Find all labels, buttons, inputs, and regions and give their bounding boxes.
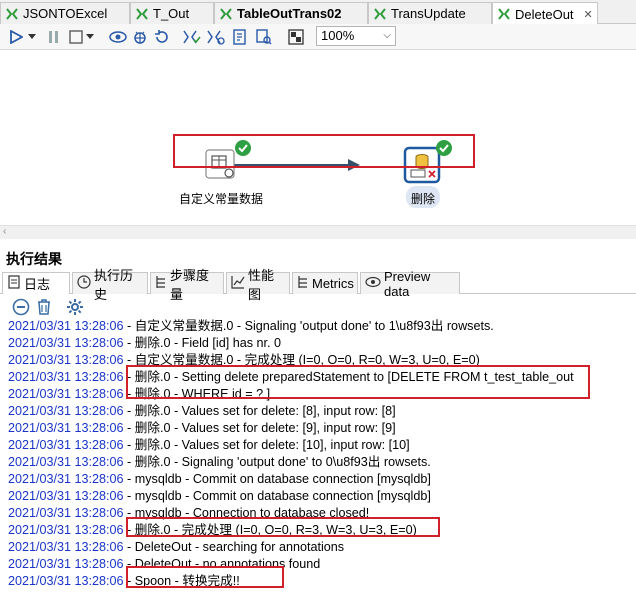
tab-performance[interactable]: 性能图 xyxy=(226,268,290,302)
log-line: 2021/03/31 13:28:06 - Spoon - 转换完成!! xyxy=(8,574,240,588)
transformation-icon xyxy=(497,7,511,21)
tab-label: Preview data xyxy=(384,268,431,299)
log-line: 2021/03/31 13:28:06 - 删除.0 - Field [id] … xyxy=(8,336,282,350)
transformation-canvas[interactable]: 自定义常量数据 删除 xyxy=(0,50,636,225)
explore-db-icon[interactable] xyxy=(254,27,274,47)
tab-label: Metrics xyxy=(312,276,354,291)
tab-tableouttrans02[interactable]: TableOutTrans02 xyxy=(214,2,368,24)
tab-jsontoexcel[interactable]: JSONTOExcel xyxy=(0,2,130,24)
tab-label: DeleteOut xyxy=(515,6,574,22)
impact-icon[interactable] xyxy=(206,27,226,47)
chart-icon xyxy=(231,275,245,292)
log-line: 2021/03/31 13:28:06 - 删除.0 - Values set … xyxy=(8,421,396,435)
gear-icon[interactable] xyxy=(66,298,84,319)
run-icon[interactable] xyxy=(6,27,26,47)
source-node-label[interactable]: 自定义常量数据 xyxy=(179,190,263,207)
close-icon[interactable]: ✕ xyxy=(584,8,593,21)
tab-label: 日志 xyxy=(24,277,51,292)
highlight-box xyxy=(126,365,590,399)
log-output[interactable]: 2021/03/31 13:28:06 - 自定义常量数据.0 - Signal… xyxy=(0,318,636,602)
log-line: 2021/03/31 13:28:06 - 删除.0 - Signaling '… xyxy=(8,455,431,469)
log-line: 2021/03/31 13:28:06 - DeleteOut - no ann… xyxy=(8,557,321,571)
zoom-select[interactable]: 100% ⌵ xyxy=(316,26,396,46)
log-line: 2021/03/31 13:28:06 - 自定义常量数据.0 - Signal… xyxy=(8,319,494,333)
trash-icon[interactable] xyxy=(36,298,52,319)
tab-deleteout[interactable]: DeleteOut ✕ xyxy=(492,2,598,25)
replay-icon[interactable] xyxy=(152,27,172,47)
delete-node-label[interactable]: 删除 xyxy=(411,190,435,207)
table-icon xyxy=(155,275,167,292)
chevron-down-icon: ⌵ xyxy=(383,30,391,41)
chevron-down-icon[interactable] xyxy=(84,27,96,47)
zoom-value: 100% xyxy=(321,28,355,43)
debug-icon[interactable] xyxy=(130,27,150,47)
tab-label: TransUpdate xyxy=(391,6,466,21)
results-title: 执行结果 xyxy=(6,251,62,267)
sql-icon[interactable] xyxy=(230,27,250,47)
grid-icon[interactable] xyxy=(286,27,306,47)
log-toolbar xyxy=(0,296,636,318)
metrics-icon xyxy=(297,275,309,292)
log-line: 2021/03/31 13:28:06 - DeleteOut - search… xyxy=(8,540,345,554)
tab-label: JSONTOExcel xyxy=(23,6,108,21)
tab-step-metrics[interactable]: 步骤度量 xyxy=(150,268,224,302)
eye-icon xyxy=(365,276,381,291)
pause-icon[interactable] xyxy=(44,27,64,47)
transformation-icon xyxy=(135,7,149,21)
preview-icon[interactable] xyxy=(108,27,128,47)
tab-log[interactable]: 日志 xyxy=(2,272,70,294)
log-line: 2021/03/31 13:28:06 - 删除.0 - Values set … xyxy=(8,404,396,418)
tab-history[interactable]: 执行历史 xyxy=(72,268,148,302)
results-tab-bar: 日志 执行历史 步骤度量 性能图 Metrics Preview data xyxy=(0,268,636,302)
highlight-box xyxy=(126,566,284,588)
tab-preview-data[interactable]: Preview data xyxy=(360,269,460,299)
highlight-box xyxy=(173,134,475,168)
tab-label: TableOutTrans02 xyxy=(237,6,342,21)
tab-t-out[interactable]: T_Out xyxy=(130,2,214,24)
tab-label: T_Out xyxy=(153,6,190,21)
canvas-scrollbar[interactable]: ‹ xyxy=(0,225,636,239)
transformation-icon xyxy=(219,7,233,21)
clock-icon xyxy=(77,275,91,292)
tab-transupdate[interactable]: TransUpdate xyxy=(368,2,492,24)
verify-icon[interactable] xyxy=(182,27,202,47)
log-line: 2021/03/31 13:28:06 - mysqldb - Commit o… xyxy=(8,489,431,503)
log-line: 2021/03/31 13:28:06 - mysqldb - Commit o… xyxy=(8,472,431,486)
chevron-left-icon[interactable]: ‹ xyxy=(3,226,6,237)
chevron-down-icon[interactable] xyxy=(26,27,38,47)
highlight-box xyxy=(126,517,440,537)
stop-icon[interactable] xyxy=(66,27,86,47)
editor-tab-bar: JSONTOExcel T_Out TableOutTrans02 TransU… xyxy=(0,0,636,25)
tab-metrics[interactable]: Metrics xyxy=(292,272,358,294)
stop-log-icon[interactable] xyxy=(12,298,30,319)
transformation-icon xyxy=(373,7,387,21)
log-icon xyxy=(7,275,21,292)
transformation-icon xyxy=(5,7,19,21)
log-line: 2021/03/31 13:28:06 - 删除.0 - Values set … xyxy=(8,438,410,452)
